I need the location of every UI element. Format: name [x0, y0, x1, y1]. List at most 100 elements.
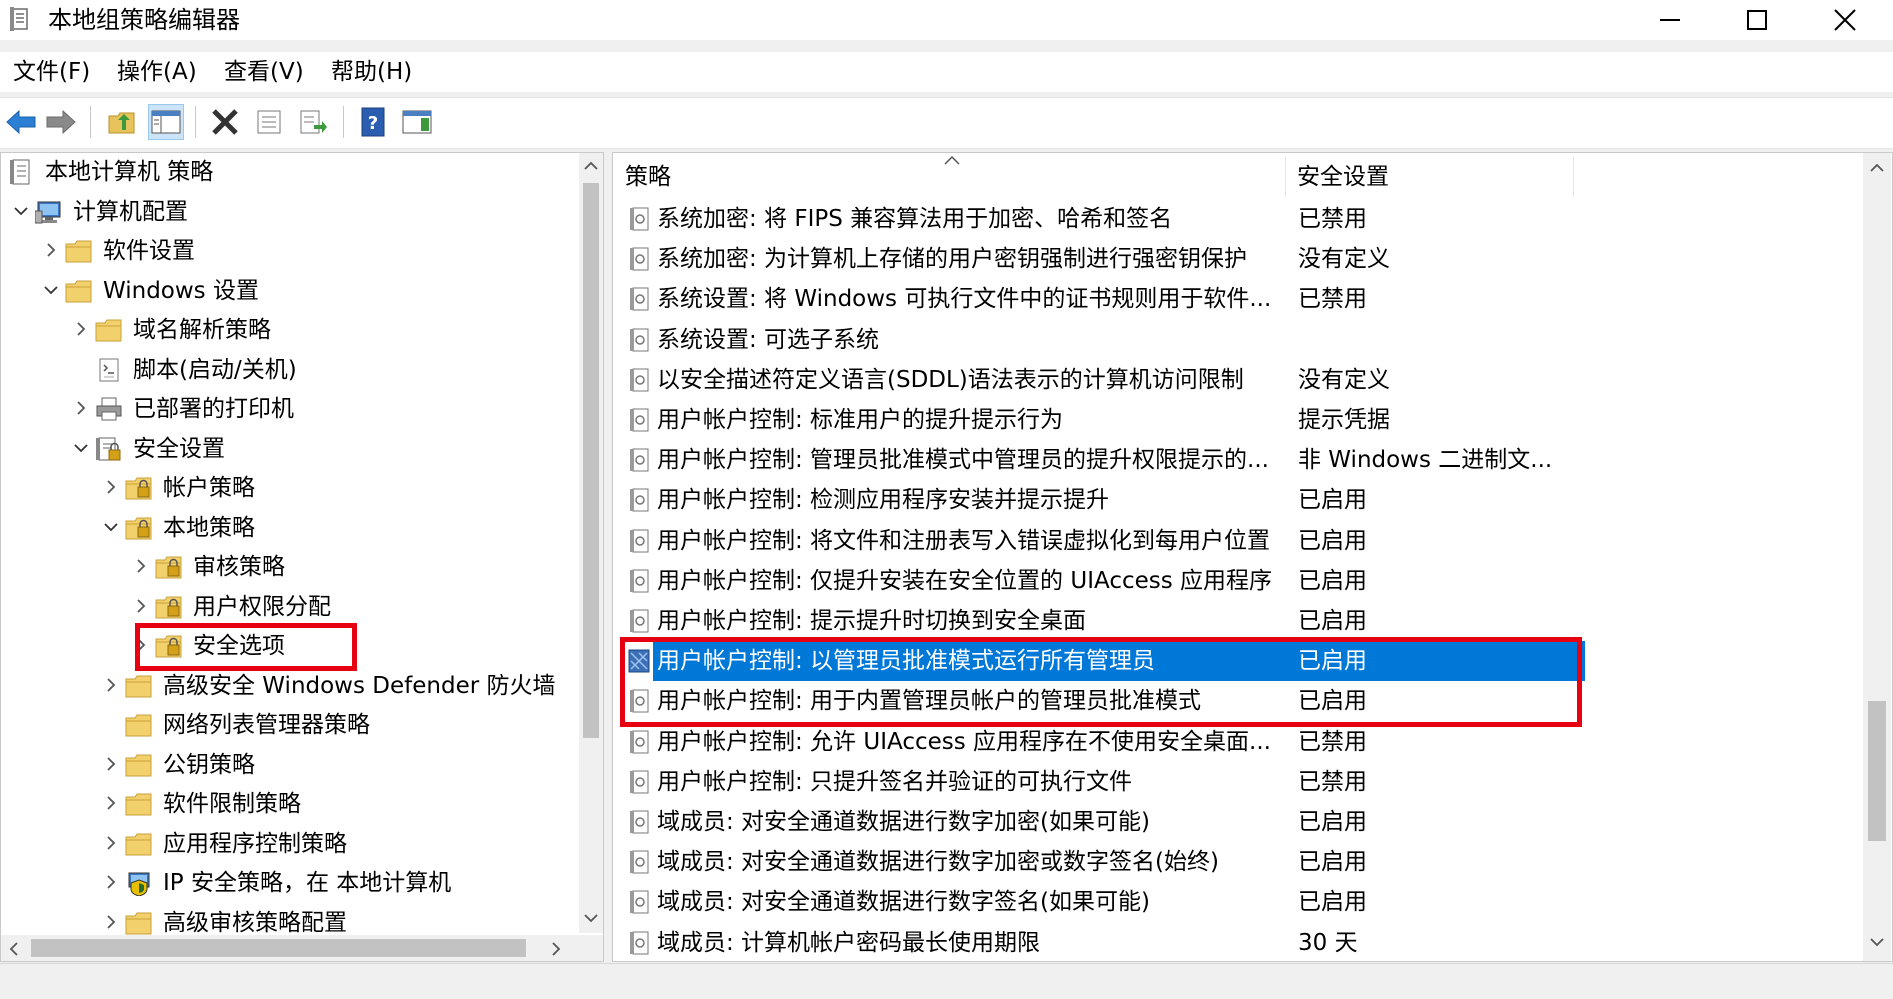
policy-security-setting: 已启用: [1298, 608, 1367, 634]
policy-row[interactable]: 系统加密: 为计算机上存储的用户密钥强制进行强密钥保护 没有定义: [613, 239, 1853, 279]
chevron-right-icon[interactable]: [101, 793, 121, 813]
tree-item[interactable]: IP 安全策略，在 本地计算机: [1, 864, 571, 902]
maximize-button[interactable]: [1717, 0, 1797, 40]
chevron-down-icon[interactable]: [11, 201, 31, 221]
policy-row[interactable]: 用户帐户控制: 提示提升时切换到安全桌面 已启用: [613, 601, 1853, 641]
menu-view[interactable]: 查看(V): [224, 58, 304, 86]
scroll-up-icon[interactable]: [1869, 161, 1885, 175]
tree-item-label: 用户权限分配: [193, 593, 331, 620]
tree-item[interactable]: 软件限制策略: [1, 785, 571, 823]
tree-item[interactable]: 安全设置: [1, 430, 571, 468]
tree-item[interactable]: 计算机配置: [1, 193, 571, 231]
column-header-security-setting[interactable]: 安全设置: [1297, 153, 1389, 201]
tree-item-label: 软件设置: [103, 238, 195, 264]
policy-security-setting: 提示凭据: [1298, 407, 1390, 433]
tree-item-label: 高级审核策略配置: [163, 909, 347, 936]
tree-item-label: 帐户策略: [163, 475, 255, 501]
list-vertical-scroll-thumb[interactable]: [1868, 701, 1886, 841]
policy-row[interactable]: 域成员: 对安全通道数据进行数字加密或数字签名(始终) 已启用: [613, 842, 1853, 882]
scroll-down-icon[interactable]: [583, 911, 599, 925]
policy-security-setting: 没有定义: [1298, 366, 1390, 393]
tree-item-label: 安全设置: [133, 435, 225, 462]
policy-setting-icon: [628, 730, 650, 754]
back-button[interactable]: [3, 104, 39, 140]
minimize-button[interactable]: [1630, 0, 1710, 40]
chevron-right-icon[interactable]: [101, 872, 121, 892]
show-hide-tree-icon: [151, 110, 181, 134]
policy-row[interactable]: 域成员: 对安全通道数据进行数字签名(如果可能) 已启用: [613, 882, 1853, 922]
tree-horizontal-scrollbar[interactable]: [1, 935, 603, 961]
tree-item[interactable]: 用户权限分配: [1, 588, 571, 626]
chevron-right-icon[interactable]: [131, 556, 151, 576]
policy-row[interactable]: 用户帐户控制: 只提升签名并验证的可执行文件 已禁用: [613, 762, 1853, 802]
list-vertical-scrollbar[interactable]: [1863, 153, 1891, 961]
ipsec-icon: [125, 870, 153, 897]
policy-row[interactable]: 用户帐户控制: 将文件和注册表写入错误虚拟化到每用户位置 已启用: [613, 521, 1853, 561]
view-button[interactable]: [399, 104, 435, 140]
policy-row[interactable]: 系统加密: 将 FIPS 兼容算法用于加密、哈希和签名 已禁用: [613, 199, 1853, 239]
chevron-right-icon[interactable]: [101, 675, 121, 695]
chevron-down-icon[interactable]: [101, 517, 121, 537]
tree-item[interactable]: 高级安全 Windows Defender 防火墙: [1, 667, 571, 705]
policy-row[interactable]: 域成员: 对安全通道数据进行数字加密(如果可能) 已启用: [613, 802, 1853, 842]
scroll-down-icon[interactable]: [1869, 935, 1885, 949]
tree-item[interactable]: 软件设置: [1, 232, 571, 270]
forward-button[interactable]: [43, 104, 79, 140]
chevron-right-icon[interactable]: [71, 398, 91, 418]
show-hide-tree-button[interactable]: [148, 104, 184, 140]
up-level-button[interactable]: [104, 104, 140, 140]
scroll-left-icon[interactable]: [7, 941, 21, 957]
tree-horizontal-scroll-thumb[interactable]: [31, 939, 526, 957]
scroll-up-icon[interactable]: [583, 159, 599, 173]
tree-item-label: Windows 设置: [103, 277, 259, 304]
menu-help[interactable]: 帮助(H): [331, 58, 412, 86]
policy-row[interactable]: 以安全描述符定义语言(SDDL)语法表示的计算机访问限制 没有定义: [613, 360, 1853, 400]
policy-row[interactable]: 用户帐户控制: 允许 UIAccess 应用程序在不使用安全桌面... 已禁用: [613, 722, 1853, 762]
tree-item[interactable]: 本地策略: [1, 509, 571, 547]
tree-item[interactable]: 已部署的打印机: [1, 390, 571, 428]
tree-item[interactable]: 公钥策略: [1, 746, 571, 784]
properties-button[interactable]: [251, 104, 287, 140]
tree-item[interactable]: 脚本(启动/关机): [1, 351, 571, 389]
chevron-right-icon[interactable]: [101, 754, 121, 774]
printer-icon: [95, 396, 123, 422]
chevron-right-icon[interactable]: [131, 596, 151, 616]
policy-row[interactable]: 域成员: 计算机帐户密码最长使用期限 30 天: [613, 923, 1853, 961]
close-button[interactable]: [1805, 0, 1885, 40]
chevron-right-icon[interactable]: [71, 319, 91, 339]
policy-row[interactable]: 系统设置: 可选子系统: [613, 320, 1853, 360]
menu-action[interactable]: 操作(A): [117, 58, 197, 86]
tree-item[interactable]: 审核策略: [1, 548, 571, 586]
chevron-down-icon[interactable]: [41, 280, 61, 300]
tree-item-label: 网络列表管理器策略: [163, 712, 370, 738]
tree-item[interactable]: 域名解析策略: [1, 311, 571, 349]
help-button[interactable]: ?: [355, 104, 391, 140]
tree-item[interactable]: 本地计算机 策略: [1, 153, 571, 191]
policy-security-setting: 没有定义: [1298, 246, 1390, 273]
column-header-policy[interactable]: 策略: [625, 153, 671, 201]
menu-file[interactable]: 文件(F): [13, 58, 90, 86]
chevron-right-icon[interactable]: [101, 912, 121, 932]
export-list-button[interactable]: [295, 104, 331, 140]
tree-vertical-scrollbar[interactable]: [579, 153, 603, 933]
policy-row[interactable]: 用户帐户控制: 标准用户的提升提示行为 提示凭据: [613, 400, 1853, 440]
delete-button[interactable]: [207, 104, 243, 140]
chevron-down-icon[interactable]: [71, 438, 91, 458]
tree-item[interactable]: Windows 设置: [1, 272, 571, 310]
tree-item[interactable]: 网络列表管理器策略: [1, 706, 571, 744]
policy-security-setting: 已启用: [1298, 567, 1367, 594]
tree-vertical-scroll-thumb[interactable]: [583, 183, 599, 738]
chevron-right-icon[interactable]: [101, 833, 121, 853]
tree-item[interactable]: 帐户策略: [1, 469, 571, 507]
folder-icon: [125, 752, 153, 778]
policy-setting-icon: [628, 810, 650, 834]
policy-row[interactable]: 用户帐户控制: 检测应用程序安装并提示提升 已启用: [613, 480, 1853, 520]
policy-row[interactable]: 用户帐户控制: 仅提升安装在安全位置的 UIAccess 应用程序 已启用: [613, 561, 1853, 601]
policy-row[interactable]: 用户帐户控制: 管理员批准模式中管理员的提升权限提示的... 非 Windows …: [613, 440, 1853, 480]
chevron-right-icon[interactable]: [101, 477, 121, 497]
scroll-right-icon[interactable]: [549, 941, 563, 957]
policy-row[interactable]: 系统设置: 将 Windows 可执行文件中的证书规则用于软件... 已禁用: [613, 279, 1853, 319]
chevron-right-icon[interactable]: [41, 240, 61, 260]
tree-item[interactable]: 应用程序控制策略: [1, 825, 571, 863]
tree-item-label: 域名解析策略: [133, 317, 271, 343]
